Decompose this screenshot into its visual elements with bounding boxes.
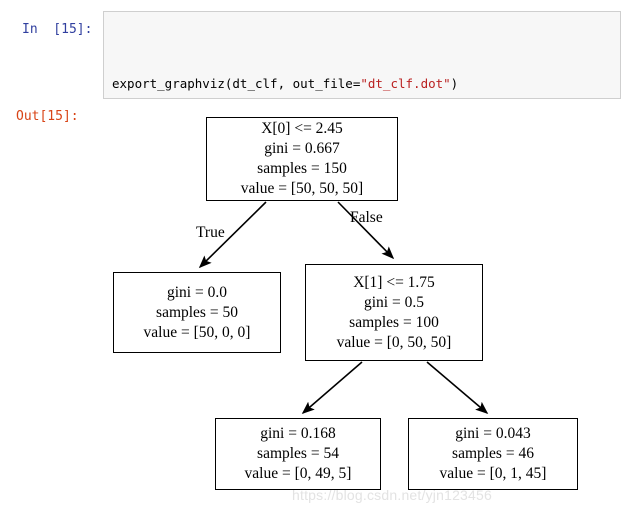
node-condition: X[1] <= 1.75 — [353, 273, 435, 291]
node-gini: gini = 0.0 — [167, 283, 227, 301]
node-samples: samples = 50 — [156, 303, 238, 321]
node-value: value = [0, 49, 5] — [244, 465, 352, 482]
node-value: value = [50, 50, 50] — [240, 180, 364, 197]
node-samples: samples = 100 — [349, 313, 439, 331]
code-editor-text[interactable]: export_graphviz(dt_clf, out_file="dt_clf… — [112, 17, 458, 98]
tree-node-left-leaf: gini = 0.0 samples = 50 value = [50, 0, … — [113, 272, 281, 353]
edge-right-node-to-leaf-ll — [301, 361, 363, 415]
node-gini: gini = 0.667 — [264, 140, 340, 157]
tree-node-root: X[0] <= 2.45 gini = 0.667 samples = 150 … — [206, 117, 398, 201]
node-value: value = [50, 0, 0] — [143, 323, 251, 341]
node-value: value = [0, 50, 50] — [336, 333, 452, 351]
node-samples: samples = 46 — [452, 445, 534, 462]
node-samples: samples = 54 — [257, 445, 339, 462]
edge-label-false: False — [350, 209, 383, 226]
edge-label-true: True — [196, 224, 225, 241]
node-gini: gini = 0.043 — [455, 425, 531, 442]
code-cell[interactable]: export_graphviz(dt_clf, out_file="dt_clf… — [103, 11, 621, 99]
code-line-1: export_graphviz(dt_clf, out_file="dt_clf… — [112, 74, 458, 93]
node-value: value = [0, 1, 45] — [439, 465, 547, 482]
edge-right-node-to-leaf-lr — [426, 361, 489, 415]
node-samples: samples = 150 — [257, 160, 347, 177]
node-gini: gini = 0.168 — [260, 425, 336, 442]
tree-node-right-internal: X[1] <= 1.75 gini = 0.5 samples = 100 va… — [305, 264, 483, 361]
node-gini: gini = 0.5 — [364, 293, 424, 311]
tree-node-leaf-ll: gini = 0.168 samples = 54 value = [0, 49… — [215, 418, 381, 490]
decision-tree-graph: True False X[0] <= 2.45 gini = 0.667 sam… — [0, 100, 621, 511]
node-condition: X[0] <= 2.45 — [261, 120, 343, 137]
code-token-call-export-graphviz: export_graphviz(dt_clf, out_file= — [112, 76, 361, 91]
tree-node-leaf-lr: gini = 0.043 samples = 46 value = [0, 1,… — [408, 418, 578, 490]
code-token-string-dt-clf-dot: "dt_clf.dot" — [360, 76, 451, 91]
input-prompt-label: In [15]: — [22, 22, 93, 37]
code-token-paren-close-1: ) — [450, 76, 459, 91]
